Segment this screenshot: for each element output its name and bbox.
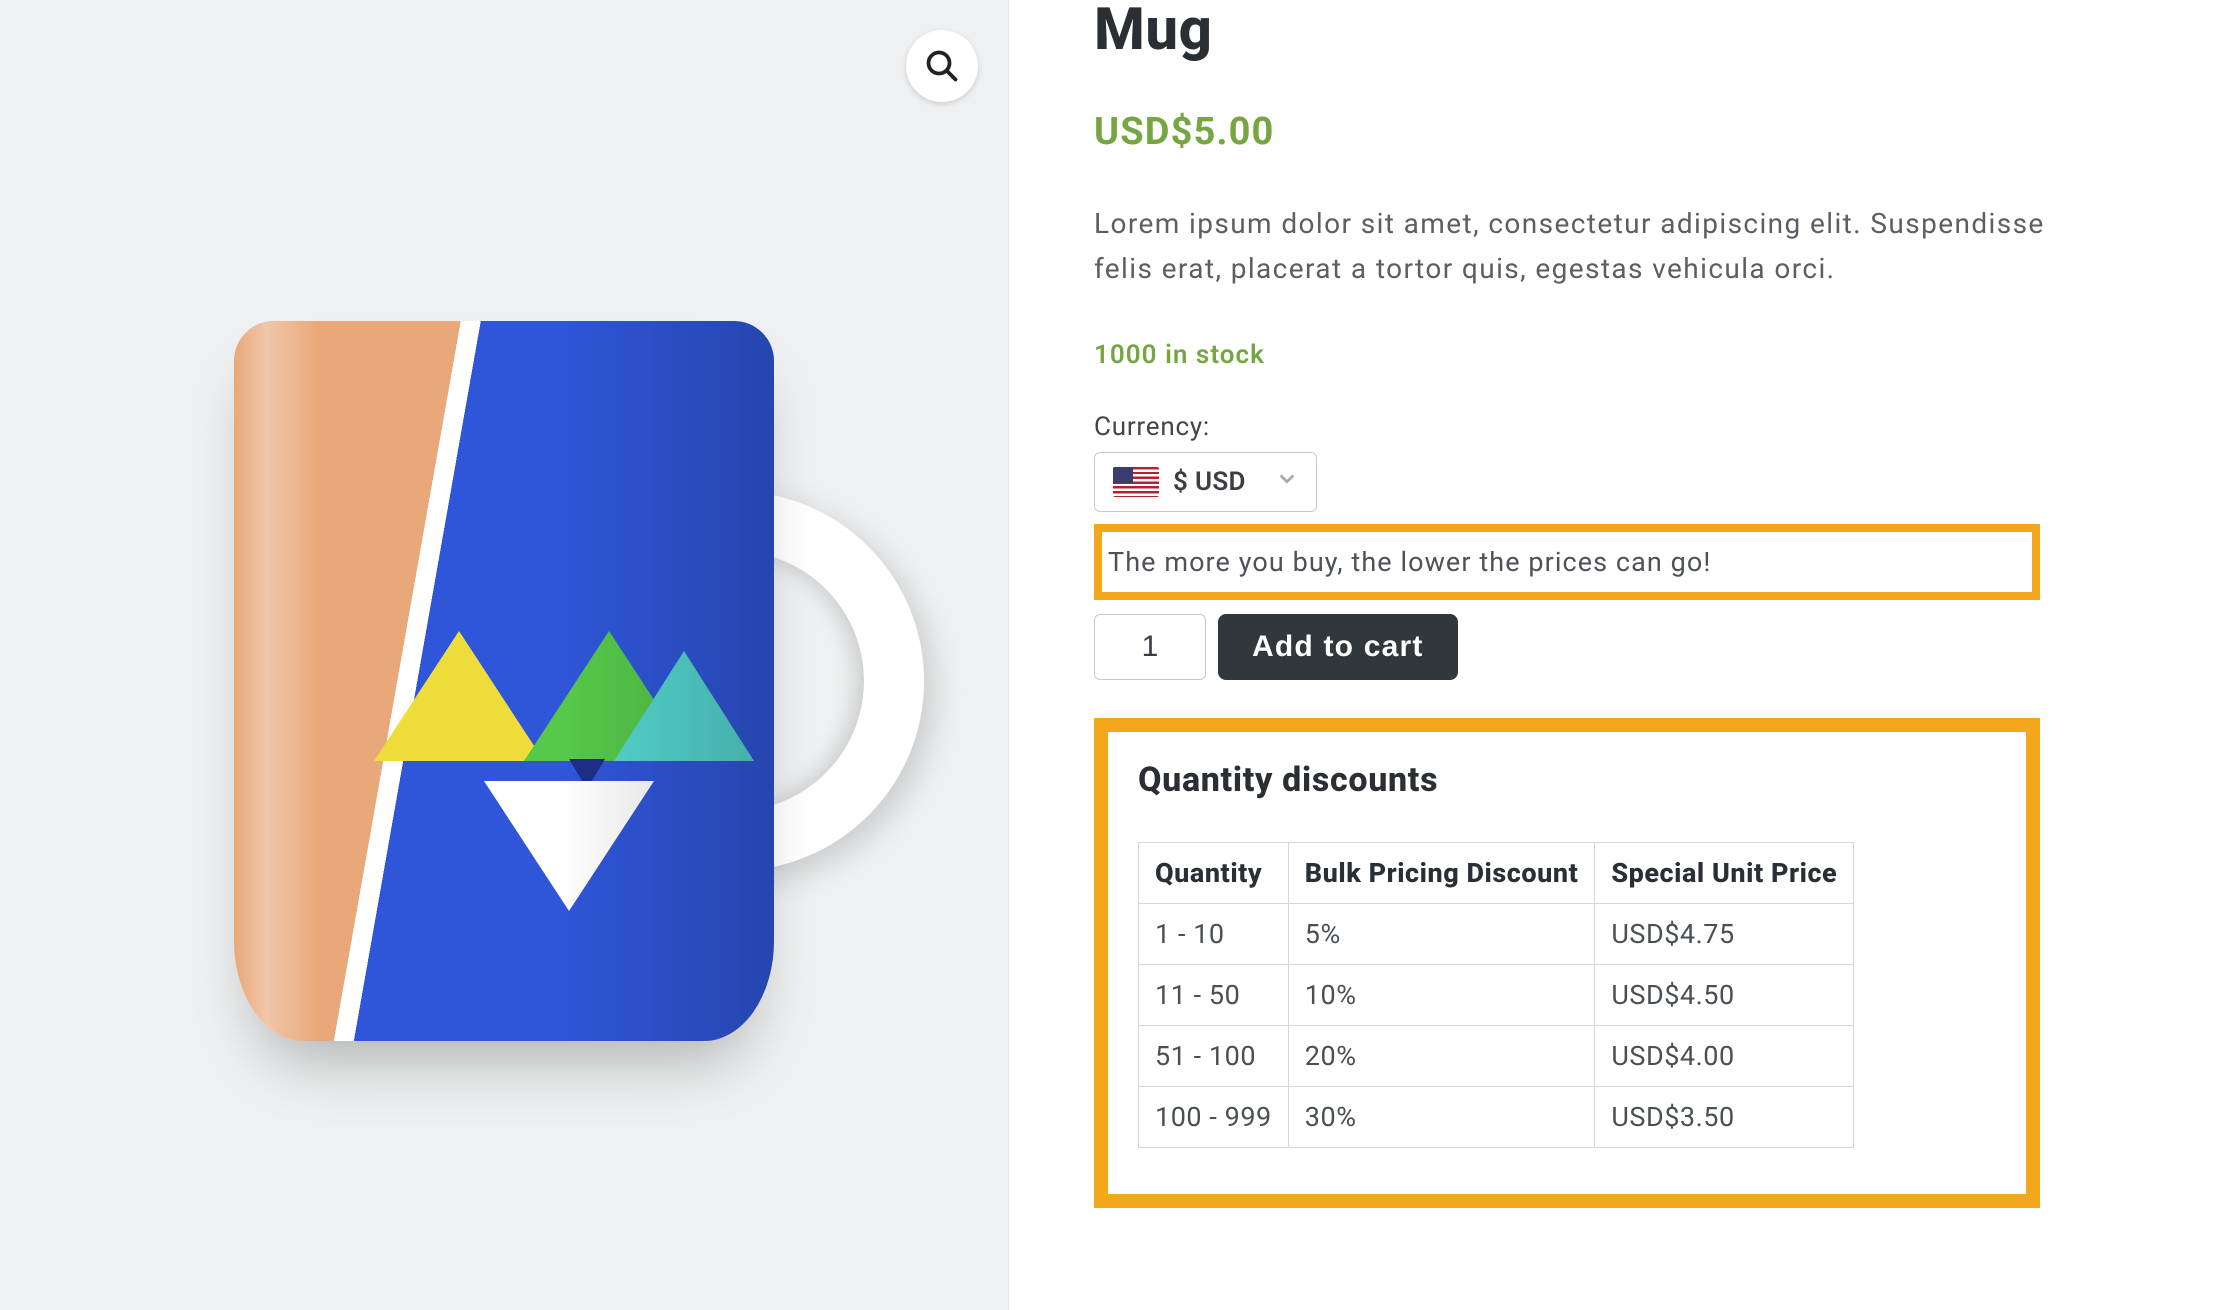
- magnifier-icon: [924, 48, 960, 84]
- col-discount: Bulk Pricing Discount: [1288, 842, 1595, 903]
- col-quantity: Quantity: [1139, 842, 1289, 903]
- flag-us-icon: [1113, 467, 1159, 497]
- product-description: Lorem ipsum dolor sit amet, consectetur …: [1094, 202, 2054, 292]
- quantity-discounts-box: Quantity discounts Quantity Bulk Pricing…: [1094, 718, 2040, 1208]
- product-image[interactable]: [114, 291, 894, 1071]
- add-to-cart-button[interactable]: Add to cart: [1218, 614, 1458, 680]
- stock-status: 1000 in stock: [1094, 340, 2174, 370]
- chevron-down-icon: [1276, 467, 1298, 497]
- col-unit-price: Special Unit Price: [1595, 842, 1854, 903]
- product-title: Mug: [1094, 0, 2174, 64]
- product-image-panel: [0, 0, 1008, 1310]
- table-header-row: Quantity Bulk Pricing Discount Special U…: [1139, 842, 1854, 903]
- product-price: USD$5.00: [1094, 110, 2174, 154]
- product-details-panel: Mug USD$5.00 Lorem ipsum dolor sit amet,…: [1008, 0, 2214, 1310]
- currency-select[interactable]: $ USD: [1094, 452, 1317, 512]
- quantity-discounts-title: Quantity discounts: [1138, 760, 1996, 800]
- table-row: 11 - 50 10% USD$4.50: [1139, 964, 1854, 1025]
- quantity-discounts-table: Quantity Bulk Pricing Discount Special U…: [1138, 842, 1854, 1148]
- promo-callout: The more you buy, the lower the prices c…: [1094, 524, 2040, 600]
- promo-text: The more you buy, the lower the prices c…: [1102, 546, 2020, 578]
- table-row: 51 - 100 20% USD$4.00: [1139, 1025, 1854, 1086]
- currency-label: Currency:: [1094, 412, 2174, 442]
- currency-selected-value: $ USD: [1173, 467, 1246, 497]
- table-row: 100 - 999 30% USD$3.50: [1139, 1086, 1854, 1147]
- quantity-input[interactable]: [1094, 614, 1206, 680]
- table-row: 1 - 10 5% USD$4.75: [1139, 903, 1854, 964]
- image-zoom-button[interactable]: [906, 30, 978, 102]
